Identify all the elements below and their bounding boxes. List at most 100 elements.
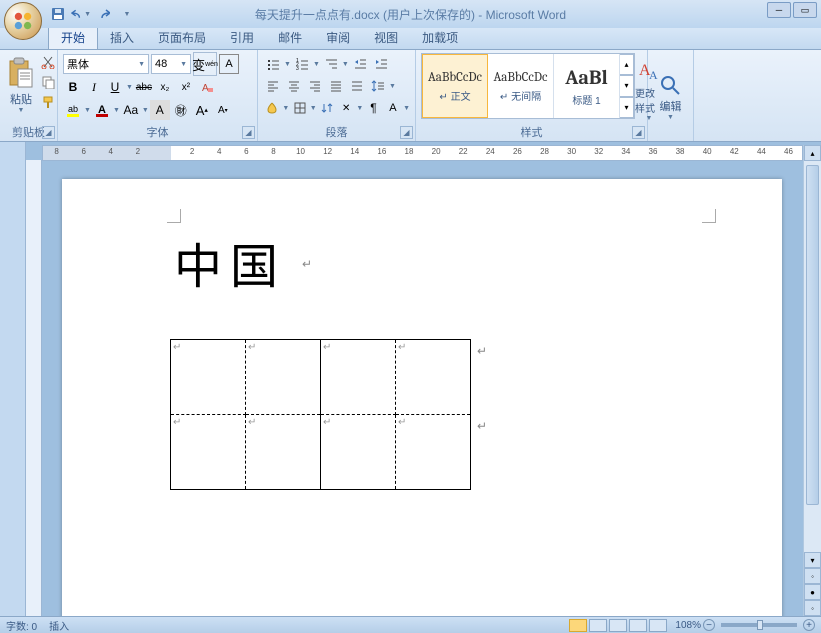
style-no-spacing[interactable]: AaBbCcDc ↵ 无间隔 [488,54,554,118]
font-color-icon[interactable]: A [92,100,112,120]
tab-home[interactable]: 开始 [48,25,98,49]
document-viewport: 中国 ↵ ↵↵↵↵ ↵↵↵↵ ↵ ↵ [42,161,803,616]
font-group-label: 字体 [58,124,257,140]
phonetic-guide-icon[interactable]: 变wén [193,52,217,76]
tab-insert[interactable]: 插入 [98,26,146,49]
scroll-up-icon[interactable]: ▴ [804,145,821,161]
qat-customize-icon[interactable]: ▼ [117,4,137,24]
word-count[interactable]: 字数: 0 [6,618,37,633]
character-border-icon[interactable]: A [219,54,239,74]
tab-view[interactable]: 视图 [362,26,410,49]
group-font: 黑体▼ 48▼ 变wén A B I U▼ abc x₂ x² A ab▼ A▼… [58,50,258,141]
scroll-down-icon[interactable]: ▾ [804,552,821,568]
paragraph-mark: ↵ [477,419,487,433]
strikethrough-button[interactable]: abc [134,77,154,97]
gallery-down-icon[interactable]: ▾ [620,75,634,96]
clear-formatting-icon[interactable]: A [197,77,217,97]
browse-object-icon[interactable]: ● [804,584,821,600]
group-editing: 编辑 ▼ [648,50,694,141]
paste-button[interactable]: 粘贴 ▼ [5,53,37,114]
enclose-characters-button[interactable]: ㊖ [171,100,191,120]
highlight-color-icon[interactable]: ab [63,100,83,120]
draft-view-icon[interactable] [649,619,667,632]
tab-review[interactable]: 审阅 [314,26,362,49]
vertical-scrollbar[interactable]: ▴ ▾ ◦ ● ◦ [803,145,821,616]
font-name-selector[interactable]: 黑体▼ [63,54,149,74]
distributed-icon[interactable] [347,76,367,96]
zoom-slider-thumb[interactable] [757,620,763,630]
character-shading-icon[interactable]: A [150,100,170,120]
gallery-more-icon[interactable]: ▾ [620,97,634,118]
shading-icon[interactable] [263,98,281,118]
multilevel-list-icon[interactable] [321,54,341,74]
document-page[interactable]: 中国 ↵ ↵↵↵↵ ↵↵↵↵ ↵ ↵ [62,179,782,616]
undo-icon[interactable]: ▼ [71,4,91,24]
zoom-level[interactable]: 108% [675,620,701,631]
borders-icon[interactable] [290,98,308,118]
vertical-ruler[interactable] [26,160,42,616]
ribbon-tabs: 开始 插入 页面布局 引用 邮件 审阅 视图 加载项 [0,28,821,50]
align-center-icon[interactable] [284,76,304,96]
subscript-button[interactable]: x₂ [155,77,175,97]
tab-layout[interactable]: 页面布局 [146,26,218,49]
zoom-in-button[interactable]: + [803,619,815,631]
gallery-up-icon[interactable]: ▴ [620,54,634,75]
style-normal[interactable]: AaBbCcDc ↵ 正文 [422,54,488,118]
prev-page-icon[interactable]: ◦ [804,568,821,584]
web-layout-view-icon[interactable] [609,619,627,632]
document-table[interactable]: ↵↵↵↵ ↵↵↵↵ [170,339,471,490]
show-marks-icon[interactable]: ¶ [364,98,382,118]
superscript-button[interactable]: x² [176,77,196,97]
align-left-icon[interactable] [263,76,283,96]
print-layout-view-icon[interactable] [569,619,587,632]
save-icon[interactable] [48,4,68,24]
snap-to-grid-icon[interactable]: A [384,98,402,118]
format-painter-icon[interactable] [39,93,57,111]
italic-button[interactable]: I [84,77,104,97]
outline-view-icon[interactable] [629,619,647,632]
font-size-selector[interactable]: 48▼ [151,54,191,74]
paragraph-mark: ↵ [302,257,312,271]
document-heading[interactable]: 中国 [174,227,286,297]
shrink-font-icon[interactable]: A▾ [213,100,233,120]
font-launcher[interactable]: ◢ [242,126,255,139]
clipboard-launcher[interactable]: ◢ [42,126,55,139]
asian-layout-icon[interactable]: ✕ [337,98,355,118]
horizontal-ruler[interactable]: 8642246810121416182022242628303234363840… [42,145,803,161]
grow-font-icon[interactable]: A▴ [192,100,212,120]
insert-mode[interactable]: 插入 [49,618,69,633]
increase-indent-icon[interactable] [371,54,391,74]
justify-icon[interactable] [326,76,346,96]
redo-icon[interactable] [94,4,114,24]
decrease-indent-icon[interactable] [350,54,370,74]
change-case-button[interactable]: Aa [121,100,141,120]
numbering-icon[interactable]: 123 [292,54,312,74]
styles-launcher[interactable]: ◢ [632,126,645,139]
underline-button[interactable]: U [105,77,125,97]
minimize-button[interactable]: ─ [767,2,791,18]
full-screen-view-icon[interactable] [589,619,607,632]
maximize-button[interactable]: ▭ [793,2,817,18]
line-spacing-icon[interactable] [368,76,388,96]
copy-icon[interactable] [39,73,57,91]
tab-addins[interactable]: 加载项 [410,26,470,49]
styles-group-label: 样式 [416,124,647,140]
bold-button[interactable]: B [63,77,83,97]
find-button[interactable]: 编辑 ▼ [659,74,683,121]
office-button[interactable] [4,2,42,40]
cut-icon[interactable] [39,53,57,71]
zoom-slider[interactable] [721,623,797,627]
sort-icon[interactable] [318,98,336,118]
zoom-out-button[interactable]: − [703,619,715,631]
paragraph-launcher[interactable]: ◢ [400,126,413,139]
quick-access-toolbar: ▼ ▼ [48,4,137,24]
next-page-icon[interactable]: ◦ [804,600,821,616]
scrollbar-thumb[interactable] [806,165,819,505]
align-right-icon[interactable] [305,76,325,96]
margin-marker-tr [702,209,716,223]
tab-mailings[interactable]: 邮件 [266,26,314,49]
tab-references[interactable]: 引用 [218,26,266,49]
left-margin-strip [0,142,26,616]
bullets-icon[interactable] [263,54,283,74]
style-heading-1[interactable]: AaBl 标题 1 [554,54,620,118]
